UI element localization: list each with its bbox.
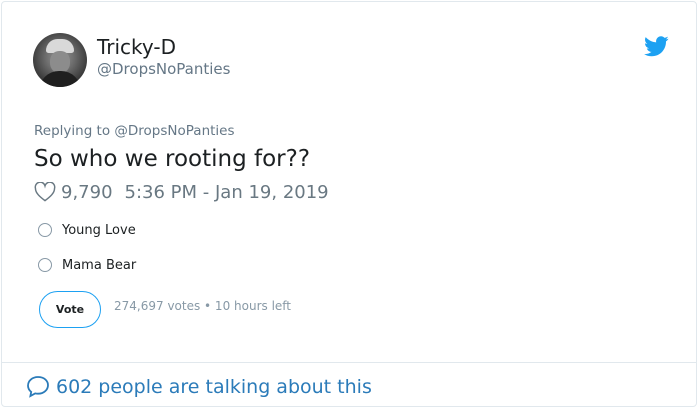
poll-meta: 274,697 votes • 10 hours left — [114, 299, 291, 313]
radio-button[interactable] — [38, 223, 52, 237]
avatar[interactable] — [33, 33, 87, 87]
avatar-body-shape — [39, 71, 81, 87]
like-count[interactable]: 9,790 — [61, 182, 113, 203]
talking-about-text: 602 people are talking about this — [56, 375, 372, 398]
speech-bubble-icon — [27, 376, 49, 398]
embedded-tweet-card: Tricky-D @DropsNoPanties Replying to @Dr… — [1, 1, 697, 407]
poll-option-label: Mama Bear — [62, 257, 137, 273]
vote-button[interactable]: Vote — [39, 291, 101, 328]
radio-button[interactable] — [38, 258, 52, 272]
tweet-text: So who we rooting for?? — [34, 146, 311, 172]
avatar-face-shape — [50, 51, 70, 73]
heart-outline-icon[interactable] — [34, 182, 56, 202]
tweet-meta-row: 9,790 5:36 PM - Jan 19, 2019 — [34, 180, 329, 204]
author-handle[interactable]: @DropsNoPanties — [97, 60, 230, 78]
poll-option-label: Young Love — [62, 222, 136, 238]
author-display-name[interactable]: Tricky-D — [97, 35, 176, 59]
talking-about-link[interactable]: 602 people are talking about this — [26, 375, 372, 398]
replying-to-text[interactable]: Replying to @DropsNoPanties — [34, 123, 235, 139]
poll-option-mama-bear[interactable]: Mama Bear — [38, 256, 136, 274]
divider — [2, 362, 696, 363]
tweet-timestamp[interactable]: 5:36 PM - Jan 19, 2019 — [125, 182, 329, 203]
poll-option-young-love[interactable]: Young Love — [38, 221, 136, 239]
twitter-bird-icon[interactable] — [644, 36, 669, 57]
